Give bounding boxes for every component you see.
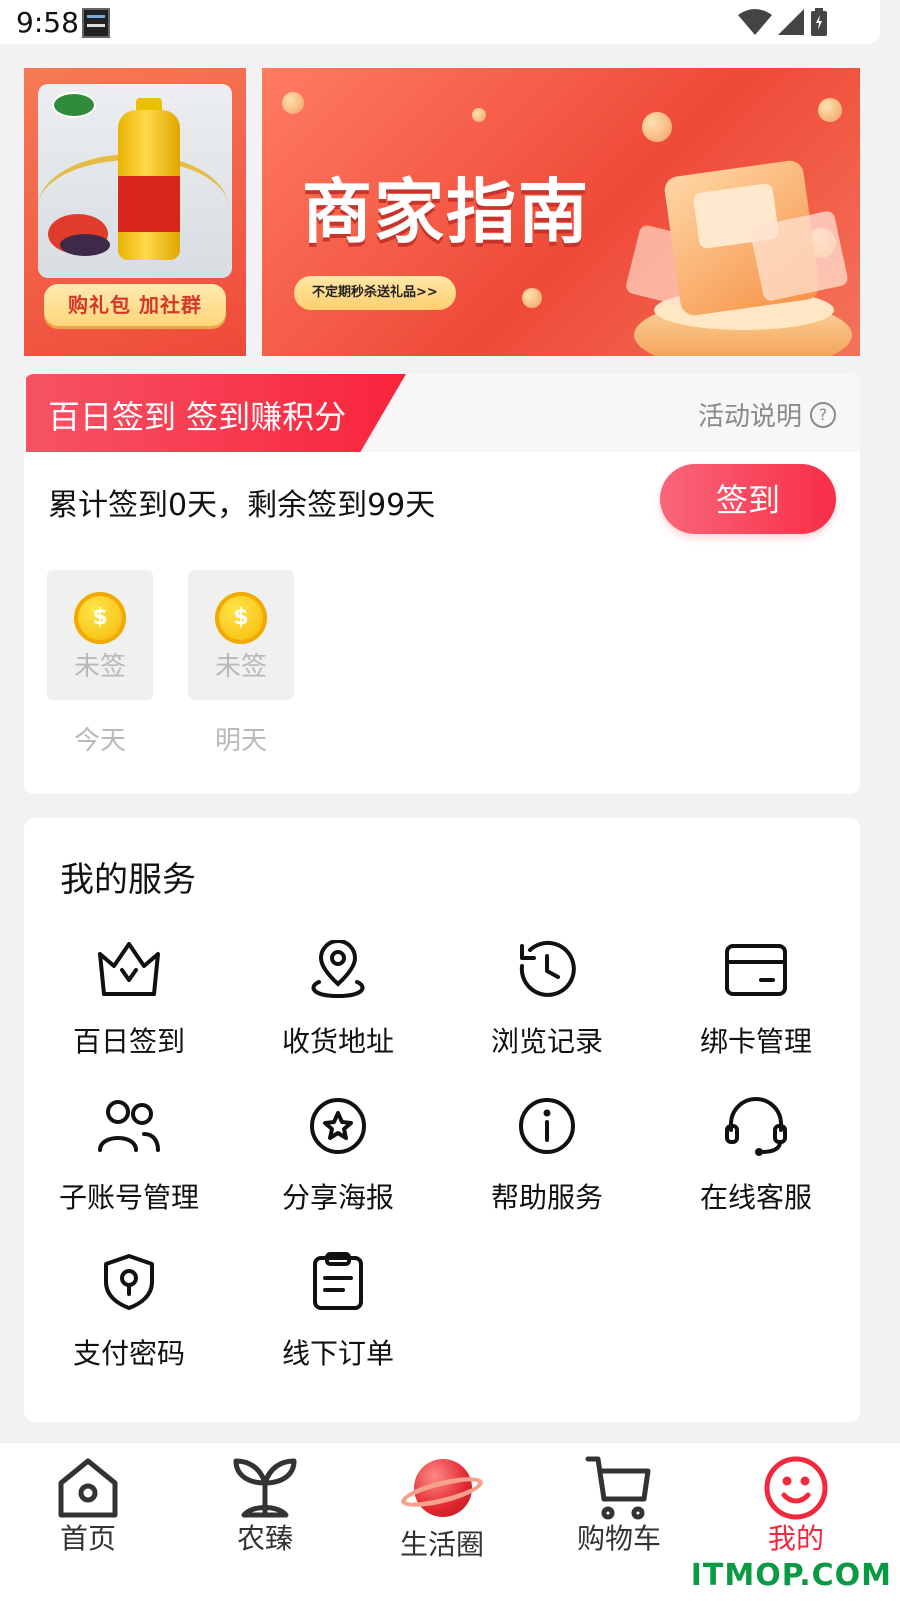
service-label: 帮助服务 [490, 1181, 603, 1214]
history-clock-icon [519, 940, 576, 997]
tab-life-circle[interactable]: 生活圈 [382, 1453, 502, 1563]
coin-icon: $ [215, 592, 267, 644]
activity-desc-link[interactable]: 活动说明 ? [698, 396, 836, 433]
checkin-day-tomorrow: $ 未签 明天 [188, 570, 294, 757]
service-label: 线下订单 [281, 1337, 394, 1370]
users-icon [98, 1100, 160, 1152]
checkin-button[interactable]: 签到 [660, 464, 836, 534]
coin-icon: $ [74, 592, 126, 644]
service-label: 在线客服 [699, 1181, 812, 1214]
bottom-tab-bar: 首页 农臻 生活圈 购物车 我的 ITMOP.COM [0, 1442, 900, 1601]
tab-mine[interactable]: 我的 [736, 1453, 856, 1557]
chart-card-illustration [749, 209, 849, 303]
service-help[interactable]: 帮助服务 [442, 1096, 652, 1216]
day-status: 未签 [73, 652, 126, 682]
clipboard-icon [313, 1252, 363, 1310]
info-icon [519, 1098, 575, 1154]
watermark: ITMOP.COM [690, 1558, 892, 1593]
home-icon [58, 1458, 118, 1518]
location-pin-icon [311, 940, 365, 999]
tab-label: 生活圈 [399, 1528, 484, 1561]
tab-home[interactable]: 首页 [28, 1453, 148, 1557]
service-history[interactable]: 浏览记录 [442, 940, 652, 1060]
checkin-day-today: $ 未签 今天 [47, 570, 153, 757]
service-daily-checkin[interactable]: 百日签到 [24, 940, 234, 1060]
activity-desc-label: 活动说明 [697, 402, 802, 432]
service-label: 百日签到 [72, 1025, 185, 1058]
merchant-guide-banner[interactable]: 商家指南 不定期秒杀送礼品>> [262, 68, 860, 356]
cart-icon [585, 1456, 651, 1520]
star-circle-icon [310, 1098, 366, 1154]
crown-icon [98, 942, 160, 996]
service-label: 分享海报 [281, 1181, 394, 1214]
gift-pack-button[interactable]: 购礼包 加社群 [44, 284, 226, 326]
service-label: 子账号管理 [58, 1181, 199, 1214]
card-icon [725, 944, 787, 996]
services-card: 我的服务 百日签到 收货地址 浏览记录 绑卡管理 子账号管理 分享海报 帮助服务… [24, 818, 860, 1422]
banner-title: 商家指南 [302, 171, 590, 253]
sprout-icon [233, 1458, 297, 1518]
day-label: 明天 [214, 726, 267, 756]
checkin-title: 百日签到 签到赚积分 [48, 398, 347, 436]
tab-label: 首页 [59, 1522, 116, 1555]
headset-icon [725, 1097, 787, 1156]
tab-nongzhen[interactable]: 农臻 [205, 1453, 325, 1557]
wifi-icon [738, 9, 772, 35]
tab-cart[interactable]: 购物车 [559, 1453, 679, 1557]
service-card-manage[interactable]: 绑卡管理 [651, 940, 861, 1060]
day-label: 今天 [73, 726, 126, 756]
service-label: 支付密码 [72, 1337, 185, 1370]
service-label: 浏览记录 [490, 1025, 603, 1058]
brand-logo [52, 92, 96, 118]
notification-icon [82, 8, 110, 38]
planet-icon [398, 1453, 486, 1523]
shield-lock-icon [104, 1254, 154, 1310]
oil-product-image [38, 84, 232, 278]
service-share-poster[interactable]: 分享海报 [233, 1096, 443, 1216]
service-online-support[interactable]: 在线客服 [651, 1096, 861, 1216]
tab-label: 农臻 [236, 1522, 293, 1555]
tab-label: 我的 [767, 1522, 824, 1555]
service-address[interactable]: 收货地址 [233, 940, 443, 1060]
services-title: 我的服务 [60, 860, 196, 900]
checkin-card: 百日签到 签到赚积分 活动说明 ? 累计签到0天，剩余签到99天 签到 $ 未签… [24, 374, 860, 794]
battery-icon [811, 8, 827, 36]
service-label: 绑卡管理 [699, 1025, 812, 1058]
signal-icon [778, 9, 804, 35]
service-sub-accounts[interactable]: 子账号管理 [24, 1096, 234, 1216]
status-icons [738, 8, 828, 36]
day-status: 未签 [214, 652, 267, 682]
question-icon: ? [810, 401, 836, 428]
status-bar: 9:58 [0, 0, 880, 44]
smile-icon [764, 1456, 828, 1520]
gift-pack-banner[interactable]: 购礼包 加社群 [24, 68, 246, 356]
service-offline-orders[interactable]: 线下订单 [233, 1252, 443, 1372]
flash-sale-link[interactable]: 不定期秒杀送礼品>> [294, 276, 456, 310]
status-time: 9:58 [16, 6, 79, 39]
tab-label: 购物车 [576, 1522, 661, 1555]
service-label: 收货地址 [281, 1025, 394, 1058]
service-pay-password[interactable]: 支付密码 [24, 1252, 234, 1372]
checkin-summary: 累计签到0天，剩余签到99天 [48, 488, 436, 523]
checkin-header: 百日签到 签到赚积分 活动说明 ? [24, 374, 860, 452]
